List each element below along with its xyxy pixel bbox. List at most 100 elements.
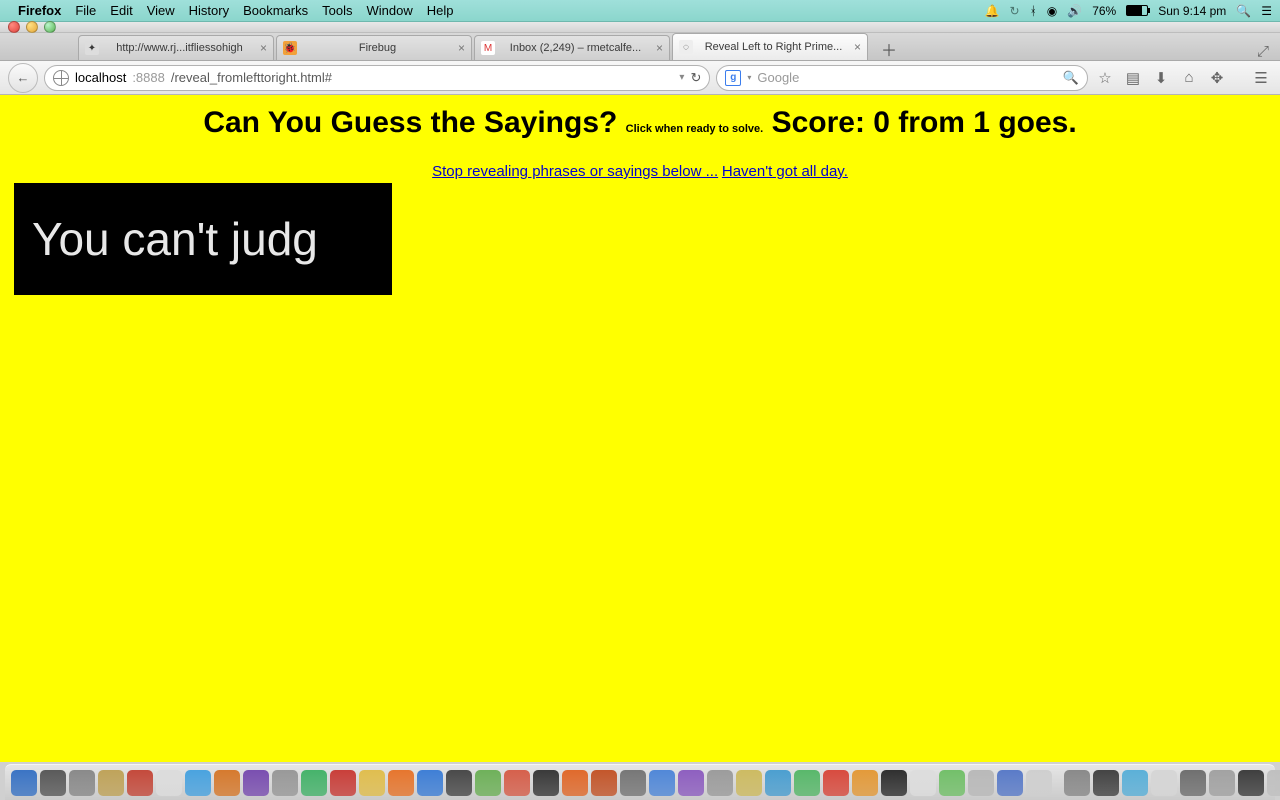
dock-app-icon[interactable] <box>40 770 66 796</box>
browser-tabstrip: ✦ http://www.rj...itfliessohigh × 🐞 Fire… <box>0 33 1280 61</box>
window-zoom-button[interactable] <box>44 21 56 33</box>
google-search-icon[interactable]: g <box>725 70 741 86</box>
dock-app-icon[interactable] <box>301 770 327 796</box>
menu-tools[interactable]: Tools <box>322 3 352 18</box>
heading-part1: Can You Guess the Sayings? <box>203 106 625 139</box>
window-close-button[interactable] <box>8 21 20 33</box>
stop-revealing-link[interactable]: Stop revealing phrases or sayings below … <box>432 163 718 180</box>
dock-app-icon[interactable] <box>98 770 124 796</box>
dock-app-icon[interactable] <box>620 770 646 796</box>
speed-up-link[interactable]: Haven't got all day. <box>722 163 848 180</box>
dock-app-icon[interactable] <box>359 770 385 796</box>
bookmark-star-icon[interactable]: ☆ <box>1094 69 1116 87</box>
volume-icon[interactable]: 🔊 <box>1067 4 1082 18</box>
menubar-clock[interactable]: Sun 9:14 pm <box>1158 4 1226 18</box>
browser-navbar: ← localhost:8888/reveal_fromlefttoright.… <box>0 61 1280 95</box>
menu-edit[interactable]: Edit <box>110 3 132 18</box>
dock-app-icon[interactable] <box>1180 770 1206 796</box>
dock-app-icon[interactable] <box>127 770 153 796</box>
window-minimize-button[interactable] <box>26 21 38 33</box>
dock-app-icon[interactable] <box>968 770 994 796</box>
dock-app-icon[interactable] <box>1151 770 1177 796</box>
reload-icon[interactable]: ↻ <box>690 70 701 86</box>
menubar-overflow-icon[interactable]: ☰ <box>1261 4 1272 18</box>
tab-1[interactable]: ✦ http://www.rj...itfliessohigh × <box>78 35 274 60</box>
tab-label: http://www.rj...itfliessohigh <box>105 42 254 54</box>
dock-app-icon[interactable] <box>214 770 240 796</box>
menu-help[interactable]: Help <box>427 3 454 18</box>
bookmarks-list-icon[interactable]: ▤ <box>1122 69 1144 87</box>
wifi-icon[interactable]: ◉ <box>1047 4 1057 18</box>
dock-app-icon[interactable] <box>794 770 820 796</box>
dock-app-icon[interactable] <box>533 770 559 796</box>
tab-close-icon[interactable]: × <box>854 40 861 54</box>
hamburger-menu-icon[interactable]: ☰ <box>1250 69 1272 87</box>
tab-close-icon[interactable]: × <box>458 41 465 55</box>
menu-history[interactable]: History <box>189 3 229 18</box>
dock-app-icon[interactable] <box>1064 770 1090 796</box>
spotlight-icon[interactable]: 🔍 <box>1236 4 1251 18</box>
search-bar[interactable]: g ▾ Google 🔍 <box>716 65 1088 91</box>
tab-close-icon[interactable]: × <box>656 41 663 55</box>
dock-app-icon[interactable] <box>185 770 211 796</box>
dock-app-icon[interactable] <box>330 770 356 796</box>
dock-app-icon[interactable] <box>69 770 95 796</box>
menu-view[interactable]: View <box>147 3 175 18</box>
tab-2[interactable]: 🐞 Firebug × <box>276 35 472 60</box>
dock-app-icon[interactable] <box>446 770 472 796</box>
dock-app-icon[interactable] <box>417 770 443 796</box>
dock-app-icon[interactable] <box>1093 770 1119 796</box>
dock-app-icon[interactable] <box>504 770 530 796</box>
dock-app-icon[interactable] <box>997 770 1023 796</box>
dock-app-icon[interactable] <box>1267 770 1280 796</box>
dock-app-icon[interactable] <box>1026 770 1052 796</box>
new-tab-button[interactable]: ＋ <box>876 38 902 60</box>
dock-app-icon[interactable] <box>272 770 298 796</box>
dock-app-icon[interactable] <box>591 770 617 796</box>
dock-app-icon[interactable] <box>11 770 37 796</box>
dock-app-icon[interactable] <box>1209 770 1235 796</box>
back-button[interactable]: ← <box>8 63 38 93</box>
url-history-dropdown-icon[interactable]: ▾ <box>679 72 684 83</box>
dock-app-icon[interactable] <box>649 770 675 796</box>
dock-app-icon[interactable] <box>388 770 414 796</box>
dock-app-icon[interactable] <box>736 770 762 796</box>
macos-menubar: Firefox File Edit View History Bookmarks… <box>0 0 1280 22</box>
downloads-icon[interactable]: ⬇ <box>1150 69 1172 87</box>
addon-icon[interactable]: ✥ <box>1206 69 1228 87</box>
fullscreen-icon[interactable]: ⤢ <box>1252 43 1274 60</box>
dock-app-icon[interactable] <box>678 770 704 796</box>
menu-window[interactable]: Window <box>367 3 413 18</box>
tab-close-icon[interactable]: × <box>260 41 267 55</box>
dock-app-icon[interactable] <box>562 770 588 796</box>
home-icon[interactable]: ⌂ <box>1178 69 1200 86</box>
battery-icon[interactable] <box>1126 5 1148 16</box>
dock-app-icon[interactable] <box>910 770 936 796</box>
menu-file[interactable]: File <box>75 3 96 18</box>
dock-app-icon[interactable] <box>881 770 907 796</box>
notifications-icon[interactable]: 🔔 <box>985 4 1000 18</box>
bluetooth-icon[interactable]: ᚼ <box>1030 4 1037 18</box>
dock-app-icon[interactable] <box>852 770 878 796</box>
dock-app-icon[interactable] <box>1122 770 1148 796</box>
dock-app-icon[interactable] <box>823 770 849 796</box>
dock-app-icon[interactable] <box>475 770 501 796</box>
dock-app-icon[interactable] <box>939 770 965 796</box>
timemachine-icon[interactable]: ↻ <box>1010 4 1020 18</box>
url-path: /reveal_fromlefttoright.html# <box>171 70 332 85</box>
tab-3[interactable]: M Inbox (2,249) – rmetcalfe... × <box>474 35 670 60</box>
dock-app-icon[interactable] <box>1238 770 1264 796</box>
menubar-app-name[interactable]: Firefox <box>18 3 61 18</box>
menu-bookmarks[interactable]: Bookmarks <box>243 3 308 18</box>
dock-app-icon[interactable] <box>243 770 269 796</box>
search-submit-icon[interactable]: 🔍 <box>1063 70 1079 86</box>
favicon-icon: 🐞 <box>283 41 297 55</box>
site-identity-icon[interactable] <box>53 70 69 86</box>
dock-app-icon[interactable] <box>707 770 733 796</box>
reveal-saying-box[interactable]: You can't judg <box>14 183 392 295</box>
window-titlebar <box>0 22 1280 33</box>
url-bar[interactable]: localhost:8888/reveal_fromlefttoright.ht… <box>44 65 710 91</box>
dock-app-icon[interactable] <box>156 770 182 796</box>
tab-4[interactable]: ◌ Reveal Left to Right Prime... × <box>672 33 868 60</box>
dock-app-icon[interactable] <box>765 770 791 796</box>
